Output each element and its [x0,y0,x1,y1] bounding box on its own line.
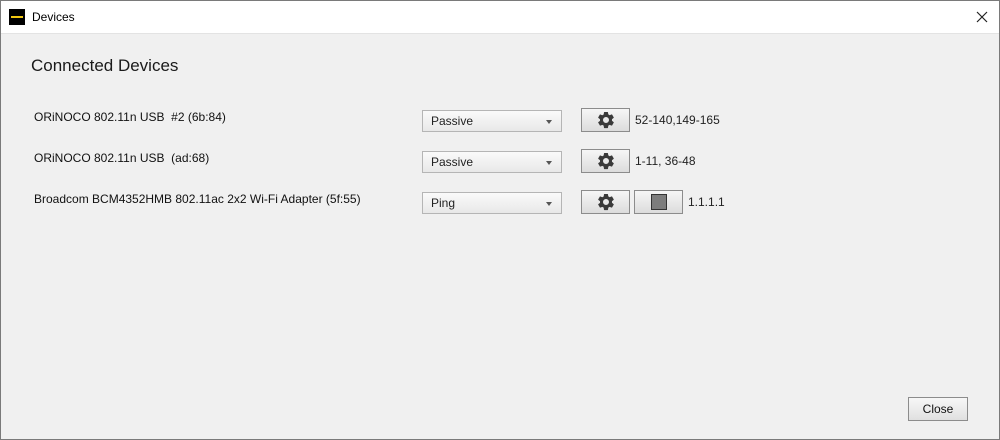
chevron-down-icon [546,161,552,165]
device-name: ORiNOCO 802.11n USB #2 (6b:84) [34,110,226,124]
close-icon [976,11,988,23]
chevron-down-icon [546,202,552,206]
page-title: Connected Devices [31,56,179,75]
stop-icon [650,194,667,210]
gear-icon [597,111,614,129]
mode-select-value: Ping [431,196,456,210]
device-row: Broadcom BCM4352HMB 802.11ac 2x2 Wi-Fi A… [1,188,999,216]
settings-button[interactable] [581,149,630,173]
device-name: ORiNOCO 802.11n USB (ad:68) [34,151,210,165]
stop-button[interactable] [634,190,683,214]
window-close-button[interactable] [971,6,993,28]
mode-select[interactable]: Passive [422,110,562,132]
app-icon [9,9,25,25]
settings-button[interactable] [581,108,630,132]
mode-select[interactable]: Ping [422,192,562,214]
ping-target: 1.1.1.1 [688,195,725,209]
settings-button[interactable] [581,190,630,214]
title-bar: Devices [1,1,999,34]
gear-icon [597,193,614,211]
gear-icon [597,152,614,170]
mode-select[interactable]: Passive [422,151,562,173]
device-name: Broadcom BCM4352HMB 802.11ac 2x2 Wi-Fi A… [34,192,361,206]
dialog-content: Connected Devices ORiNOCO 802.11n USB #2… [1,34,999,439]
close-button[interactable]: Close [908,397,968,421]
device-row: ORiNOCO 802.11n USB (ad:68) Passive 1-11… [1,147,999,175]
window-title: Devices [32,10,75,24]
device-row: ORiNOCO 802.11n USB #2 (6b:84) Passive 5… [1,106,999,134]
devices-window: Devices Connected Devices ORiNOCO 802.11… [0,0,1000,440]
channel-range: 52-140,149-165 [635,113,720,127]
channel-range: 1-11, 36-48 [635,154,696,168]
chevron-down-icon [546,120,552,124]
mode-select-value: Passive [431,114,474,128]
mode-select-value: Passive [431,155,474,169]
